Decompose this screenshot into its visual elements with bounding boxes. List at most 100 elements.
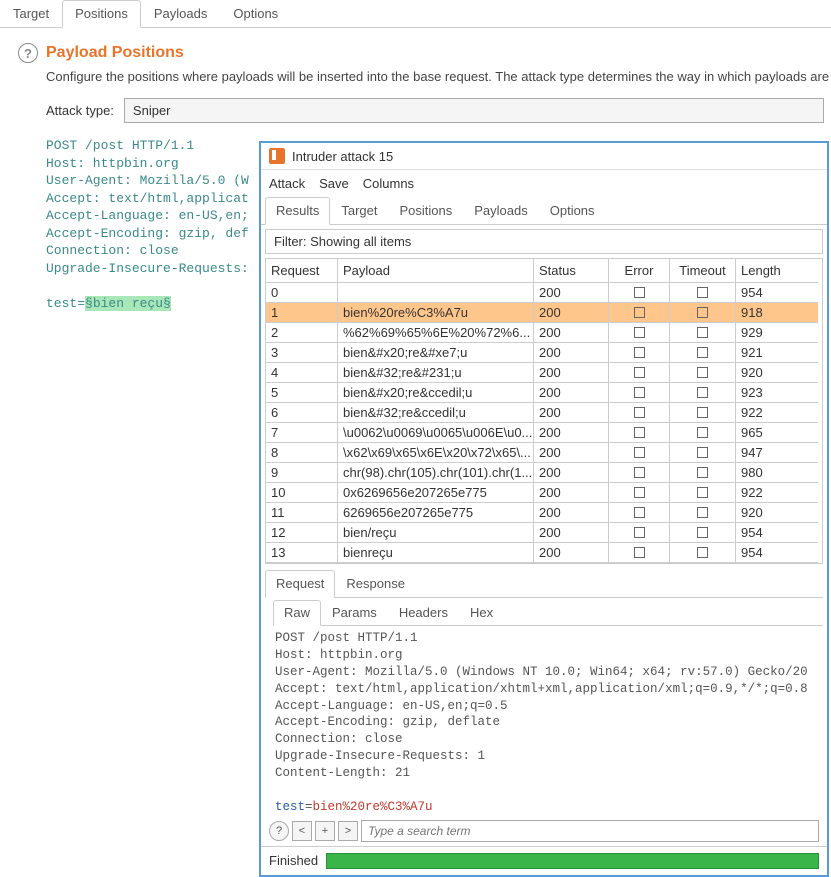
table-row[interactable]: 6bien&#32;re&ccedil;u200922 (266, 403, 822, 423)
help-icon[interactable]: ? (18, 43, 38, 63)
table-row[interactable]: 13bienreçu200954 (266, 543, 822, 563)
cell-error (609, 403, 670, 423)
checkbox-icon[interactable] (634, 367, 645, 378)
checkbox-icon[interactable] (697, 467, 708, 478)
view-tab-raw[interactable]: Raw (273, 600, 321, 626)
cell-status: 200 (534, 523, 609, 543)
checkbox-icon[interactable] (697, 287, 708, 298)
checkbox-icon[interactable] (697, 387, 708, 398)
table-row[interactable]: 9chr(98).chr(105).chr(101).chr(1...20098… (266, 463, 822, 483)
cell-status: 200 (534, 283, 609, 303)
search-next-button[interactable]: > (338, 821, 358, 841)
intruder-attack-window: Intruder attack 15 Attack Save Columns Res… (259, 141, 829, 877)
column-header-status[interactable]: Status (534, 259, 609, 283)
checkbox-icon[interactable] (634, 467, 645, 478)
progress-bar (326, 853, 819, 869)
table-row[interactable]: 4bien&#32;re&#231;u200920 (266, 363, 822, 383)
raw-request-content[interactable]: POST /post HTTP/1.1 Host: httpbin.org Us… (275, 630, 819, 816)
menu-columns[interactable]: Columns (363, 174, 414, 193)
subtab-results[interactable]: Results (265, 197, 330, 225)
tab-options[interactable]: Options (220, 0, 291, 27)
checkbox-icon[interactable] (634, 287, 645, 298)
cell-payload: bienreçu (338, 543, 534, 563)
attack-type-select[interactable]: Sniper (124, 98, 824, 123)
view-tab-headers[interactable]: Headers (388, 600, 459, 625)
view-tab-params[interactable]: Params (321, 600, 388, 625)
search-prev-button[interactable]: < (292, 821, 312, 841)
subtab-positions[interactable]: Positions (389, 197, 464, 224)
column-header-timeout[interactable]: Timeout (670, 259, 736, 283)
checkbox-icon[interactable] (697, 347, 708, 358)
tab-positions[interactable]: Positions (62, 0, 141, 28)
cell-payload (338, 283, 534, 303)
table-row[interactable]: 1bien%20re%C3%A7u200918 (266, 303, 822, 323)
cell-timeout (670, 483, 736, 503)
search-help-icon[interactable]: ? (269, 821, 289, 841)
table-row[interactable]: 7\u0062\u0069\u0065\u006E\u0...200965 (266, 423, 822, 443)
cell-payload: bien&#x20;re&ccedil;u (338, 383, 534, 403)
cell-timeout (670, 543, 736, 563)
checkbox-icon[interactable] (634, 387, 645, 398)
table-row[interactable]: 0200954 (266, 283, 822, 303)
checkbox-icon[interactable] (634, 527, 645, 538)
table-row[interactable]: 12bien/reçu200954 (266, 523, 822, 543)
checkbox-icon[interactable] (697, 547, 708, 558)
table-header: RequestPayloadStatusErrorTimeoutLength (266, 259, 822, 283)
checkbox-icon[interactable] (634, 407, 645, 418)
checkbox-icon[interactable] (634, 507, 645, 518)
rr-tab-response[interactable]: Response (335, 570, 416, 597)
cell-timeout (670, 463, 736, 483)
subtab-options[interactable]: Options (539, 197, 606, 224)
cell-error (609, 543, 670, 563)
filter-bar[interactable]: Filter: Showing all items (265, 229, 823, 254)
checkbox-icon[interactable] (634, 487, 645, 498)
cell-timeout (670, 503, 736, 523)
checkbox-icon[interactable] (634, 547, 645, 558)
cell-request: 10 (266, 483, 338, 503)
checkbox-icon[interactable] (634, 347, 645, 358)
checkbox-icon[interactable] (697, 527, 708, 538)
table-row[interactable]: 3bien&#x20;re&#xe7;u200921 (266, 343, 822, 363)
menu-save[interactable]: Save (319, 174, 349, 193)
checkbox-icon[interactable] (634, 447, 645, 458)
rr-tab-request[interactable]: Request (265, 570, 335, 598)
subtab-target[interactable]: Target (330, 197, 388, 224)
column-header-request[interactable]: Request (266, 259, 338, 283)
checkbox-icon[interactable] (697, 507, 708, 518)
window-title-bar[interactable]: Intruder attack 15 (261, 143, 827, 170)
cell-length: 921 (736, 343, 818, 363)
search-add-button[interactable]: + (315, 821, 335, 841)
table-row[interactable]: 8\x62\x69\x65\x6E\x20\x72\x65\...200947 (266, 443, 822, 463)
cell-length: 922 (736, 483, 818, 503)
column-header-error[interactable]: Error (609, 259, 670, 283)
cell-timeout (670, 323, 736, 343)
menu-attack[interactable]: Attack (269, 174, 305, 193)
cell-status: 200 (534, 323, 609, 343)
checkbox-icon[interactable] (697, 327, 708, 338)
checkbox-icon[interactable] (697, 307, 708, 318)
tab-target[interactable]: Target (0, 0, 62, 27)
subtab-payloads[interactable]: Payloads (463, 197, 538, 224)
cell-length: 929 (736, 323, 818, 343)
window-title: Intruder attack 15 (292, 149, 393, 164)
checkbox-icon[interactable] (697, 487, 708, 498)
view-tab-hex[interactable]: Hex (459, 600, 504, 625)
checkbox-icon[interactable] (634, 327, 645, 338)
table-row[interactable]: 2%62%69%65%6E%20%72%6...200929 (266, 323, 822, 343)
column-header-length[interactable]: Length (736, 259, 818, 283)
checkbox-icon[interactable] (634, 307, 645, 318)
checkbox-icon[interactable] (697, 367, 708, 378)
table-row[interactable]: 100x6269656e207265e775200922 (266, 483, 822, 503)
checkbox-icon[interactable] (697, 407, 708, 418)
tab-payloads[interactable]: Payloads (141, 0, 220, 27)
cell-request: 11 (266, 503, 338, 523)
table-row[interactable]: 116269656e207265e775200920 (266, 503, 822, 523)
search-input[interactable] (361, 820, 819, 842)
column-header-payload[interactable]: Payload (338, 259, 534, 283)
cell-length: 920 (736, 363, 818, 383)
checkbox-icon[interactable] (697, 427, 708, 438)
checkbox-icon[interactable] (634, 427, 645, 438)
checkbox-icon[interactable] (697, 447, 708, 458)
table-row[interactable]: 5bien&#x20;re&ccedil;u200923 (266, 383, 822, 403)
status-bar: Finished (261, 846, 827, 875)
